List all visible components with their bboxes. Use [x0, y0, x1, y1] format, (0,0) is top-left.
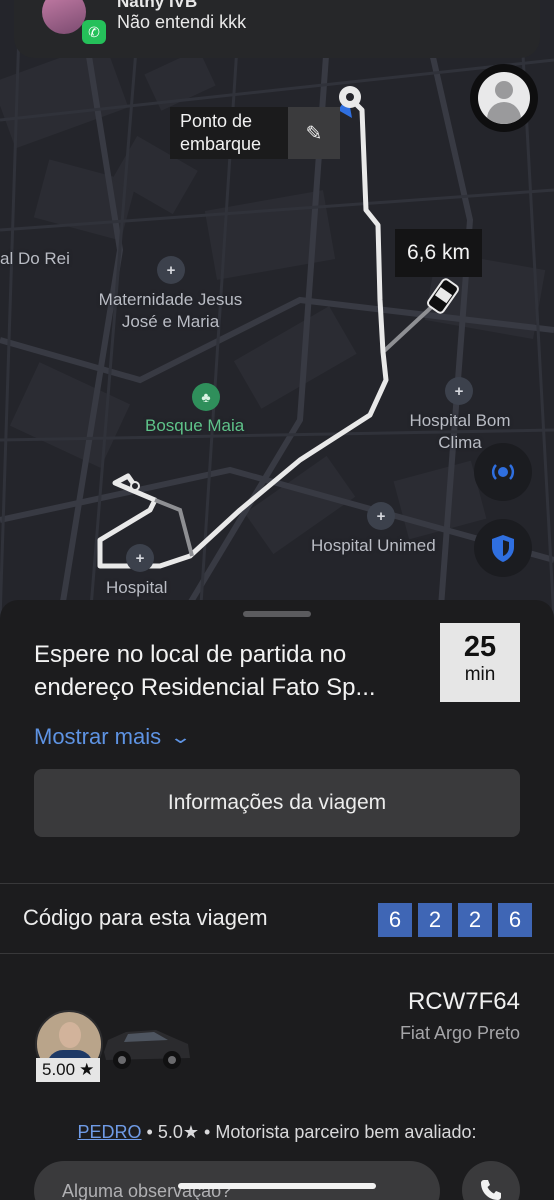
note-input[interactable]: [34, 1161, 440, 1200]
chevron-down-icon: ⌄: [169, 726, 192, 747]
map-view[interactable]: al Do Rei + Maternidade Jesus José e Mar…: [0, 0, 554, 620]
driver-rating-badge: 5.00 ★: [36, 1058, 101, 1082]
contact-avatar: [42, 0, 86, 34]
sheet-drag-handle[interactable]: [243, 611, 311, 617]
map-label-bosque: Bosque Maia: [145, 416, 245, 435]
trip-code-digit: 2: [458, 903, 492, 937]
pickup-label: Ponto de embarque: [180, 111, 262, 154]
hospital-icon[interactable]: +: [157, 256, 185, 284]
map-label-unimed: Hospital Unimed: [311, 536, 436, 555]
star-icon: ★: [79, 1060, 95, 1079]
whatsapp-icon: ✆: [82, 20, 106, 44]
map-label-maternidade: Maternidade Jesus José e Maria: [98, 290, 243, 331]
trip-code-digit: 6: [378, 903, 412, 937]
home-indicator[interactable]: [178, 1183, 376, 1189]
trip-code: 6 2 2 6: [378, 903, 532, 937]
driver-rating: 5.00: [42, 1060, 76, 1079]
notification-sender: Nathy IVB: [117, 0, 198, 11]
profile-button[interactable]: [470, 64, 538, 132]
share-location-button[interactable]: [474, 443, 532, 501]
shield-icon: [492, 535, 514, 562]
eta-unit: min: [464, 664, 496, 685]
eta-badge: 25 min: [440, 623, 520, 702]
whatsapp-notification[interactable]: ✆ Nathy IVB Não entendi kkk: [14, 0, 540, 58]
pickup-point-tooltip[interactable]: Ponto de embarque ✎: [170, 107, 340, 159]
trip-code-digit: 6: [498, 903, 532, 937]
divider: [0, 953, 554, 954]
driver-description: Motorista parceiro bem avaliado:: [215, 1122, 477, 1142]
driver-distance-badge: 6,6 km: [395, 229, 483, 277]
notification-message: Não entendi kkk: [117, 12, 247, 32]
hospital-icon[interactable]: +: [445, 377, 473, 405]
trip-sheet: Espere no local de partida no endereço R…: [0, 600, 554, 1200]
person-icon: [478, 72, 530, 124]
map-label-hospital: Hospital: [106, 578, 168, 597]
license-plate: RCW7F64: [407, 988, 520, 1015]
divider: [0, 883, 554, 884]
pencil-icon[interactable]: ✎: [288, 107, 340, 159]
eta-value: 25: [463, 631, 497, 663]
hospital-icon[interactable]: +: [126, 544, 154, 572]
map-label-rei: al Do Rei: [0, 249, 70, 268]
trip-info-button[interactable]: Informações da viagem: [34, 769, 520, 837]
tree-icon[interactable]: ♣: [192, 383, 220, 411]
car-model: Fiat Argo Preto: [399, 1023, 520, 1043]
driver-name-link[interactable]: PEDRO: [78, 1122, 142, 1142]
safety-button[interactable]: [474, 519, 532, 577]
trip-code-digit: 2: [418, 903, 452, 937]
hospital-icon[interactable]: +: [367, 502, 395, 530]
driver-rating-short: 5.0★: [157, 1122, 200, 1142]
location-broadcast-icon: [491, 464, 515, 480]
car-image: [104, 1030, 190, 1069]
show-more-label: Mostrar mais: [34, 724, 162, 749]
driver-summary: PEDRO • 5.0★ • Motorista parceiro bem av…: [77, 1122, 477, 1142]
call-button[interactable]: [462, 1161, 520, 1200]
show-more-link[interactable]: Mostrar mais ⌄: [34, 724, 192, 750]
trip-code-label: Código para esta viagem: [23, 905, 268, 930]
phone-icon: [481, 1180, 501, 1200]
trip-status-text: Espere no local de partida no endereço R…: [34, 641, 376, 701]
